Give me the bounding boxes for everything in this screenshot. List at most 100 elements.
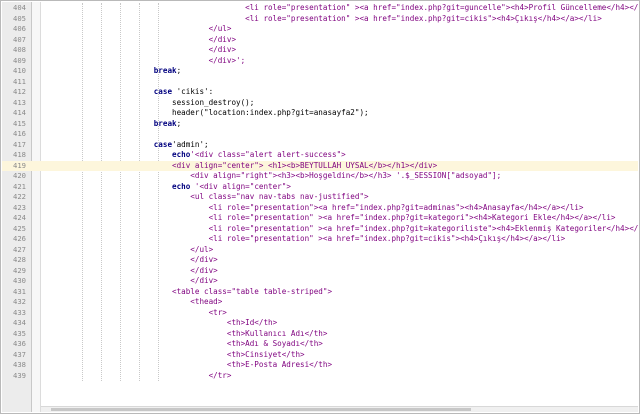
code-line[interactable]: 432 <thead> — [2, 297, 638, 308]
line-number: 414 — [13, 108, 26, 117]
code-line-text: <th>Adı & Soyadı</th> — [44, 339, 323, 348]
code-line-text: </ul> — [44, 24, 232, 33]
code-line-text: case'admin'; — [153, 139, 209, 149]
code-line-text: </ul> — [44, 244, 214, 254]
line-number: 432 — [13, 297, 26, 306]
code-line[interactable]: 406 </ul> — [2, 24, 638, 35]
line-number: 407 — [13, 34, 26, 44]
line-number: 433 — [13, 307, 26, 317]
code-line[interactable]: 414 header("location:index.php?git=anasa… — [2, 108, 638, 119]
code-line[interactable]: 436 <th>Adı & Soyadı</th> — [2, 339, 638, 350]
code-line-text: <th>E-Posta Adresi</th> — [44, 360, 333, 369]
code-line[interactable]: 439 </tr> — [2, 371, 638, 382]
code-line[interactable]: 417 case'admin'; — [2, 140, 638, 151]
code-line-text: break; — [153, 118, 182, 128]
code-line[interactable]: 415 break; — [2, 119, 638, 130]
code-line-text: <li role="presentation" ><a href="index.… — [44, 234, 566, 243]
code-line-text: echo'<div class="alert alert-success"> — [172, 150, 346, 159]
code-line-text: <li role="presentation" ><a href="index.… — [44, 213, 616, 222]
code-line[interactable]: 423 <li role="presentation"><a href="ind… — [2, 203, 638, 214]
code-line-text: <th>Cinsiyet</th> — [44, 349, 305, 359]
code-line-text: </div> — [44, 276, 218, 285]
line-number: 425 — [13, 223, 26, 233]
code-line[interactable]: 421 echo '<div align="center"> — [2, 182, 638, 193]
line-number: 411 — [13, 76, 26, 86]
code-line[interactable]: 409 </div>'; — [2, 56, 638, 67]
code-line[interactable]: 405 <li role="presentation" ><a href="in… — [2, 14, 638, 25]
code-line-text: <div align="right"><h3><b>Hoşgeldin</b><… — [44, 171, 502, 180]
code-line-text: </div> — [44, 255, 218, 264]
code-line[interactable]: 428 </div> — [2, 255, 638, 266]
line-number: 428 — [13, 255, 26, 264]
line-number: 415 — [13, 118, 26, 128]
line-number: 439 — [13, 370, 26, 380]
code-line[interactable]: 437 <th>Cinsiyet</th> — [2, 350, 638, 361]
line-number: 427 — [13, 244, 26, 254]
line-number: 426 — [13, 234, 26, 243]
code-line-text: <li role="presentation"><a href="index.p… — [44, 202, 584, 212]
code-line-text: </tr> — [44, 370, 232, 380]
line-number: 412 — [13, 87, 26, 96]
line-number: 416 — [13, 129, 26, 138]
code-line[interactable]: 433 <tr> — [2, 308, 638, 319]
code-line[interactable]: 419 <div align="center"> <h1><b>BEYTULLA… — [2, 160, 638, 171]
line-number: 405 — [13, 13, 26, 23]
line-number: 409 — [13, 55, 26, 65]
code-line-text: <tr> — [44, 307, 227, 317]
code-line[interactable]: 407 </div> — [2, 35, 638, 46]
code-line[interactable]: 420 <div align="right"><h3><b>Hoşgeldin<… — [2, 171, 638, 182]
line-number: 434 — [13, 318, 26, 327]
code-line-text: <li role="presentation" ><a href="index.… — [44, 223, 638, 233]
code-line-text: <table class="table table-striped"> — [44, 286, 333, 296]
code-line-text: <thead> — [44, 297, 223, 306]
code-line-text: </div> — [44, 265, 218, 275]
code-line-text: case 'cikis': — [153, 87, 214, 96]
code-line[interactable]: 404 <li role="presentation" ><a href="in… — [2, 3, 638, 14]
code-line[interactable]: 410 break; — [2, 66, 638, 77]
code-line-text: </div> — [44, 45, 237, 54]
line-number: 429 — [13, 265, 26, 275]
code-line[interactable]: 431 <table class="table table-striped"> — [2, 287, 638, 298]
code-line[interactable]: 427 </ul> — [2, 245, 638, 256]
line-number: 436 — [13, 339, 26, 348]
line-number: 418 — [13, 150, 26, 159]
line-number: 424 — [13, 213, 26, 222]
line-number: 438 — [13, 360, 26, 369]
code-line[interactable]: 408 </div> — [2, 45, 638, 56]
code-line-text: break; — [153, 66, 182, 75]
code-line[interactable]: 413 session_destroy(); — [2, 98, 638, 109]
line-number: 431 — [13, 286, 26, 296]
line-number: 417 — [13, 139, 26, 149]
code-editor-window: 404 <li role="presentation" ><a href="in… — [0, 0, 640, 414]
code-line-text: <div align="center"> <h1><b>BEYTULLAH UY… — [44, 160, 438, 170]
code-line[interactable]: 411 — [2, 77, 638, 88]
code-line[interactable]: 418 echo'<div class="alert alert-success… — [2, 150, 638, 161]
line-number: 435 — [13, 328, 26, 338]
code-line-text: </div> — [44, 34, 237, 44]
code-line[interactable]: 425 <li role="presentation" ><a href="in… — [2, 224, 638, 235]
code-line-text: echo '<div align="center"> — [172, 181, 291, 191]
code-line-text: header("location:index.php?git=anasayfa2… — [44, 108, 369, 117]
code-line[interactable]: 438 <th>E-Posta Adresi</th> — [2, 360, 638, 371]
code-line[interactable]: 412 case 'cikis': — [2, 87, 638, 98]
line-number: 421 — [13, 181, 26, 191]
code-line-text: </div>'; — [44, 55, 246, 65]
code-line[interactable]: 424 <li role="presentation" ><a href="in… — [2, 213, 638, 224]
line-number: 423 — [13, 202, 26, 212]
line-number: 422 — [13, 192, 26, 201]
code-line[interactable]: 422 <ul class="nav nav-tabs nav-justifie… — [2, 192, 638, 203]
horizontal-scrollbar[interactable] — [41, 406, 638, 412]
code-line-text: <li role="presentation" ><a href="index.… — [44, 13, 602, 23]
code-line[interactable]: 435 <th>Kullanıcı Adı</th> — [2, 329, 638, 340]
code-line[interactable]: 434 <th>Id</th> — [2, 318, 638, 329]
code-line[interactable]: 429 </div> — [2, 266, 638, 277]
code-line[interactable]: 416 — [2, 129, 638, 140]
code-line[interactable]: 430 </div> — [2, 276, 638, 287]
code-line[interactable]: 426 <li role="presentation" ><a href="in… — [2, 234, 638, 245]
line-number: 404 — [13, 3, 26, 12]
scrollbar-thumb[interactable] — [51, 408, 471, 411]
code-text-area[interactable]: 404 <li role="presentation" ><a href="in… — [2, 3, 638, 381]
line-number: 437 — [13, 349, 26, 359]
line-number: 406 — [13, 24, 26, 33]
line-number: 413 — [13, 97, 26, 107]
